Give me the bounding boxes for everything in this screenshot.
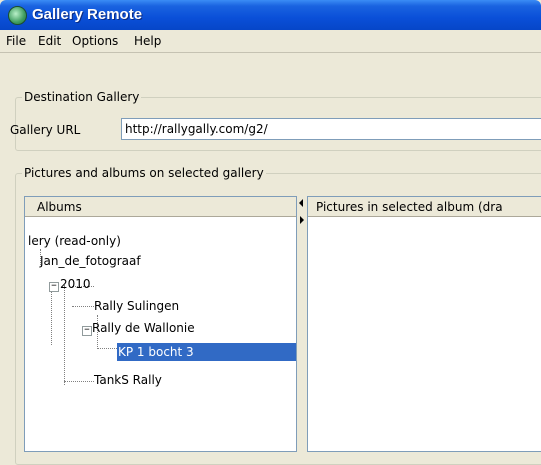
- tree-connector: [64, 381, 94, 382]
- tree-item-rally-sulingen[interactable]: Rally Sulingen: [94, 297, 179, 315]
- tree-item-2010[interactable]: 2010: [60, 275, 91, 293]
- tree-item-rally-de-wallonie[interactable]: Rally de Wallonie: [92, 319, 195, 337]
- tree-item-kp-1-bocht-3[interactable]: KP 1 bocht 3: [117, 343, 296, 361]
- title-bar[interactable]: Gallery Remote: [0, 0, 541, 30]
- menu-edit[interactable]: Edit: [38, 34, 61, 48]
- albums-tree-pane[interactable]: Albums − − lery (read-only) Jan_de_fotog…: [24, 196, 297, 452]
- menu-file[interactable]: File: [6, 34, 26, 48]
- tree-expander-minus-icon[interactable]: −: [49, 282, 59, 292]
- menu-help[interactable]: Help: [134, 34, 161, 48]
- expand-right-icon[interactable]: [300, 216, 304, 224]
- pictures-albums-legend: Pictures and albums on selected gallery: [22, 166, 266, 180]
- tree-connector: [64, 285, 65, 385]
- window-title: Gallery Remote: [32, 6, 143, 23]
- tree-connector: [72, 306, 94, 307]
- gallery-remote-icon: [8, 6, 27, 25]
- tree-expander-minus-icon[interactable]: −: [82, 326, 92, 336]
- menu-options[interactable]: Options: [72, 34, 118, 48]
- pane-splitter[interactable]: [297, 196, 307, 452]
- tree-item-jan-de-fotograaf[interactable]: Jan_de_fotograaf: [40, 252, 141, 270]
- tree-item-gallery-root[interactable]: lery (read-only): [28, 232, 121, 250]
- pictures-column-header[interactable]: Pictures in selected album (dra: [308, 197, 541, 217]
- gallery-url-label: Gallery URL: [10, 123, 81, 137]
- gallery-url-input[interactable]: [121, 118, 541, 140]
- tree-connector: [51, 285, 52, 345]
- collapse-left-icon[interactable]: [299, 199, 303, 207]
- menu-bar: File Edit Options Help: [0, 30, 541, 53]
- tree-connector: [97, 348, 117, 349]
- tree-item-tanks-rally[interactable]: TankS Rally: [94, 371, 162, 389]
- albums-column-header[interactable]: Albums: [25, 197, 296, 217]
- pictures-list-pane[interactable]: Pictures in selected album (dra: [307, 196, 541, 452]
- destination-gallery-legend: Destination Gallery: [22, 90, 142, 104]
